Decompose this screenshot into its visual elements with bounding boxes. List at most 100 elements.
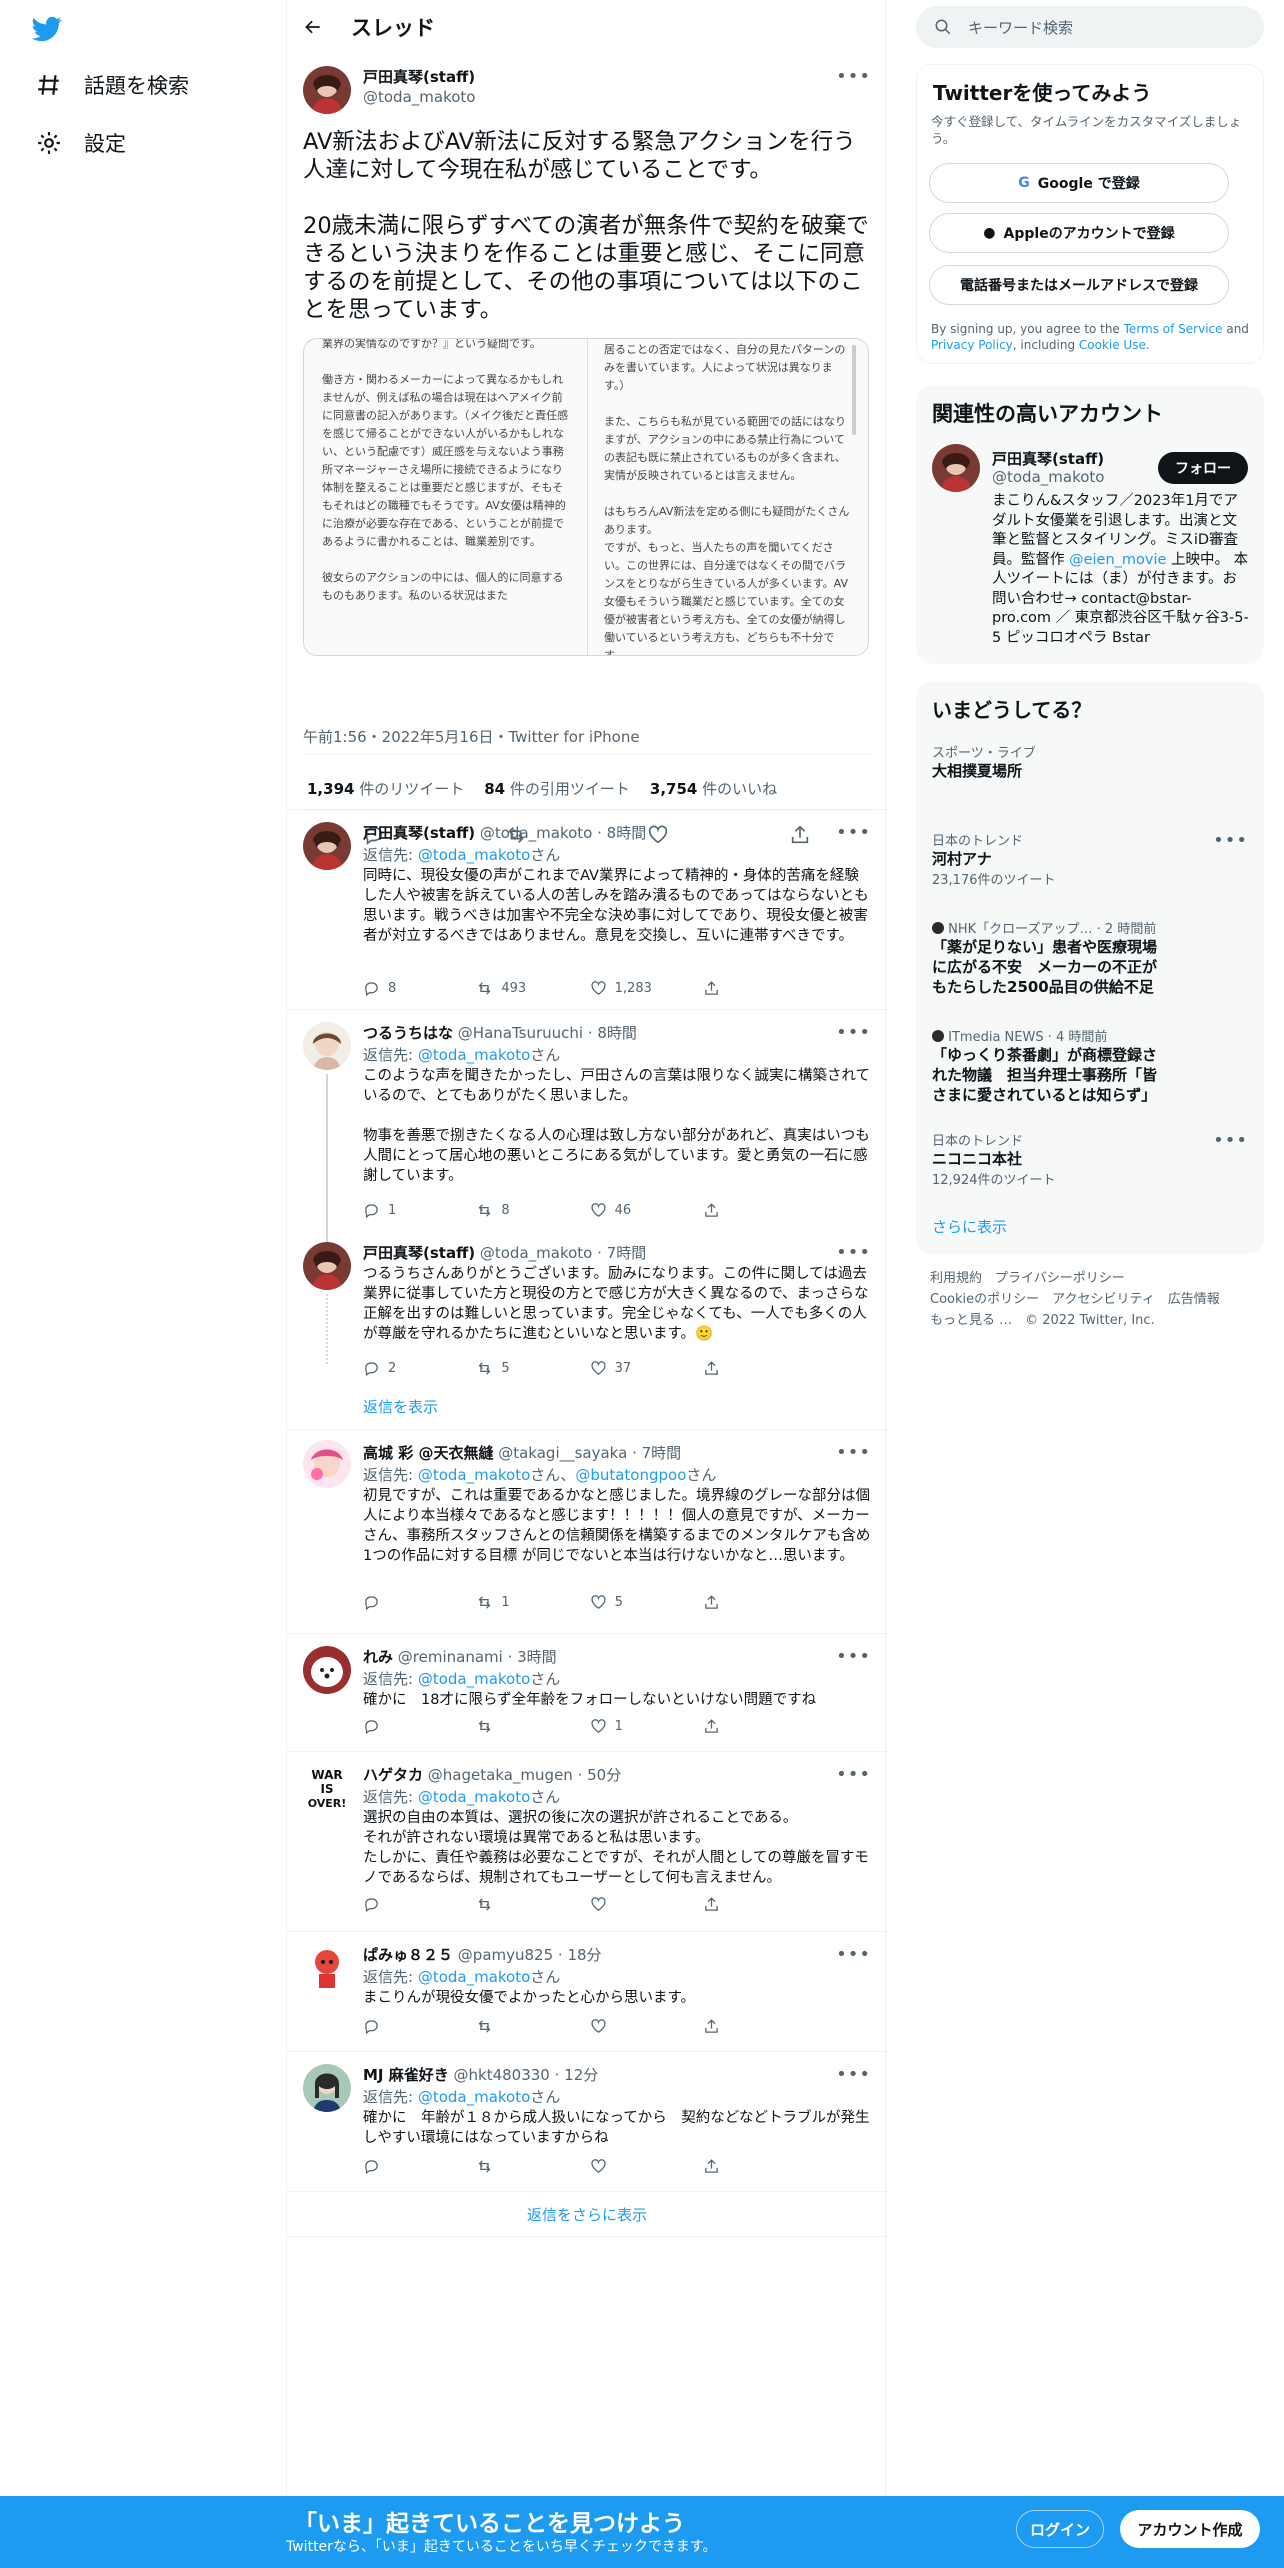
nav-settings[interactable]: 設定 (36, 128, 126, 158)
google-icon: G (1018, 175, 1030, 191)
reply-button[interactable] (363, 2018, 443, 2035)
avatar[interactable] (303, 1022, 351, 1070)
retweet-button[interactable]: 1 (476, 1594, 581, 1611)
reply-button[interactable] (363, 1718, 468, 1735)
retweet-count[interactable]: 1,394 件のリツイート (307, 778, 464, 799)
phone-email-signup-button[interactable]: 電話番号またはメールアドレスで登録 (929, 265, 1229, 305)
quote-count[interactable]: 84 件の引用ツイート (484, 778, 630, 799)
like-button[interactable] (590, 2158, 670, 2175)
avatar[interactable] (303, 1440, 351, 1488)
more-options-icon[interactable]: ••• (836, 66, 871, 87)
like-button[interactable]: 1 (590, 1718, 695, 1735)
more-options-icon[interactable]: ••• (836, 1442, 871, 1463)
more-options-icon[interactable]: ••• (836, 1646, 871, 1667)
reply-button[interactable] (363, 2158, 443, 2175)
share-button[interactable] (703, 2018, 783, 2035)
avatar[interactable] (303, 822, 351, 870)
footer-line[interactable]: もっと見る … © 2022 Twitter, Inc. (930, 1310, 1250, 1331)
login-button[interactable]: ログイン (1016, 2510, 1104, 2548)
more-options-icon[interactable]: ••• (1213, 1130, 1248, 1151)
thread-header: スレッド (287, 0, 885, 54)
like-button[interactable]: 37 (590, 1360, 695, 1377)
tweet-image[interactable]: 業界の実情なのですか？』という疑問です。 働き方・関わるメーカーによって異なるか… (303, 338, 869, 656)
reply-tweet[interactable]: 戸田真琴(staff) @toda_makoto · 7時間 ••• つるうちさ… (287, 1242, 887, 1430)
avatar[interactable] (303, 1242, 351, 1290)
trends-show-more[interactable]: さらに表示 (932, 1216, 1007, 1237)
footer-line[interactable]: 利用規約 プライバシーポリシー (930, 1268, 1250, 1289)
share-button[interactable] (703, 980, 783, 997)
share-button[interactable] (703, 1202, 783, 1219)
news-item[interactable]: NHK「クローズアップ… · 2 時間前 「薬が足りない」患者や医療現場に広がる… (932, 918, 1248, 997)
avatar[interactable]: WAR IS OVER! (303, 1764, 351, 1812)
follow-button[interactable]: フォロー (1158, 452, 1248, 484)
like-count[interactable]: 3,754 件のいいね (650, 778, 777, 799)
search-bar[interactable]: キーワード検索 (916, 6, 1264, 48)
retweet-button[interactable]: 5 (476, 1360, 581, 1377)
reply-tweet[interactable]: れみ @reminanami · 3時間 ••• 返信先: @toda_mako… (287, 1634, 887, 1752)
share-icon (705, 981, 718, 995)
trend-item[interactable]: 日本のトレンド ニコニコ本社 12,924件のツイート ••• (932, 1130, 1248, 1188)
retweet-button[interactable] (476, 2158, 556, 2175)
news-item[interactable]: ITmedia NEWS · 4 時間前 「ゆっくり茶番劇」が商標登録された物議… (932, 1026, 1248, 1105)
nav-explore[interactable]: 話題を検索 (36, 70, 189, 100)
reply-button[interactable]: 8 (363, 980, 468, 997)
retweet-button[interactable] (476, 1718, 581, 1735)
privacy-link[interactable]: Privacy Policy (931, 338, 1013, 352)
like-button[interactable] (590, 2018, 670, 2035)
bio-link[interactable]: @eien_movie (1069, 552, 1166, 568)
footer-line[interactable]: Cookieのポリシー アクセシビリティ 広告情報 (930, 1289, 1250, 1310)
retweet-button[interactable]: 8 (476, 1202, 581, 1219)
terms-link[interactable]: Terms of Service (1124, 322, 1223, 336)
show-more-replies-button[interactable]: 返信をさらに表示 (287, 2204, 887, 2225)
reply-button[interactable]: 2 (363, 1360, 468, 1377)
related-account-handle[interactable]: @toda_makoto (992, 468, 1104, 486)
signup-button[interactable]: アカウント作成 (1120, 2510, 1260, 2548)
reply-tweet[interactable]: つるうちはな @HanaTsuruuchi · 8時間 ••• 返信先: @to… (287, 1010, 887, 1252)
more-options-icon[interactable]: ••• (836, 1944, 871, 1965)
share-button[interactable] (703, 1594, 783, 1611)
more-options-icon[interactable]: ••• (836, 1242, 871, 1263)
reply-tweet[interactable]: MJ 麻雀好き @hkt480330 · 12分 ••• 返信先: @toda_… (287, 2052, 887, 2192)
avatar[interactable] (303, 1944, 351, 1992)
search-input[interactable]: キーワード検索 (968, 17, 1073, 38)
back-arrow-icon[interactable] (303, 17, 323, 37)
reply-tweet[interactable]: 戸田真琴(staff) @toda_makoto · 8時間 ••• 返信先: … (287, 810, 887, 1010)
share-button[interactable] (703, 1896, 783, 1913)
reply-button[interactable] (363, 1896, 443, 1913)
twitter-logo-icon[interactable] (30, 14, 64, 44)
more-options-icon[interactable]: ••• (836, 1764, 871, 1785)
more-options-icon[interactable]: ••• (836, 1022, 871, 1043)
tweet-author-handle[interactable]: @toda_makoto (363, 88, 475, 106)
show-replies-link[interactable]: 返信を表示 (363, 1396, 438, 1417)
reply-button[interactable] (363, 1594, 468, 1611)
like-button[interactable]: 5 (590, 1594, 695, 1611)
trend-item[interactable]: 日本のトレンド 河村アナ 23,176件のツイート ••• (932, 830, 1248, 888)
reply-tweet[interactable]: 高城 彩 @天衣無縫 @takagi__sayaka · 7時間 ••• 返信先… (287, 1430, 887, 1634)
more-options-icon[interactable]: ••• (836, 822, 871, 843)
trend-item[interactable]: スポーツ・ライブ 大相撲夏場所 (932, 742, 1248, 781)
like-button[interactable] (590, 1896, 670, 1913)
like-button[interactable]: 46 (590, 1202, 695, 1219)
reply-tweet[interactable]: WAR IS OVER! ハゲタカ @hagetaka_mugen · 50分 ••… (287, 1752, 887, 1932)
like-button[interactable]: 1,283 (590, 980, 695, 997)
retweet-button[interactable] (476, 2018, 556, 2035)
reply-tweet[interactable]: ぱみゅ８２５ @pamyu825 · 18分 ••• 返信先: @toda_ma… (287, 1932, 887, 2052)
tweet-timestamp[interactable]: 午前1:56・2022年5月16日・Twitter for iPhone (303, 726, 640, 747)
share-button[interactable] (703, 2158, 783, 2175)
avatar[interactable] (303, 2064, 351, 2112)
retweet-button[interactable] (476, 1896, 556, 1913)
more-options-icon[interactable]: ••• (1213, 830, 1248, 851)
cookie-link[interactable]: Cookie Use (1079, 338, 1146, 352)
tweet-author-name[interactable]: 戸田真琴(staff) (363, 66, 475, 87)
avatar[interactable] (303, 1646, 351, 1694)
avatar[interactable] (303, 66, 351, 114)
reply-button[interactable]: 1 (363, 1202, 468, 1219)
more-options-icon[interactable]: ••• (836, 2064, 871, 2085)
retweet-button[interactable]: 493 (476, 980, 581, 997)
related-account-name[interactable]: 戸田真琴(staff) (992, 448, 1104, 469)
avatar[interactable] (932, 444, 980, 492)
share-button[interactable] (703, 1718, 783, 1735)
share-button[interactable] (703, 1360, 783, 1377)
apple-signup-button[interactable]: ● Appleのアカウントで登録 (929, 213, 1229, 253)
google-signup-button[interactable]: G Google で登録 (929, 163, 1229, 203)
